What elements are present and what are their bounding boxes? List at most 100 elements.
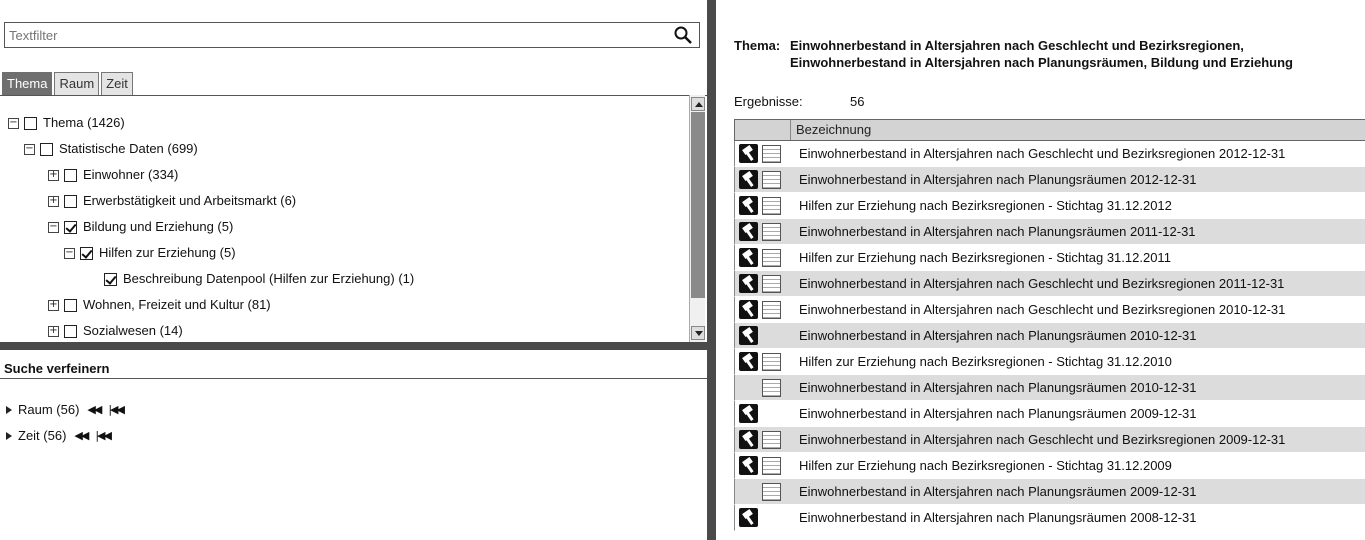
tree-node[interactable]: − Thema (1426) <box>8 113 125 133</box>
result-name[interactable]: Einwohnerbestand in Altersjahren nach Pl… <box>791 328 1197 343</box>
tree-checkbox[interactable] <box>64 324 77 338</box>
result-name[interactable]: Einwohnerbestand in Altersjahren nach Pl… <box>791 510 1197 525</box>
tool-icon[interactable] <box>739 196 758 215</box>
result-name[interactable]: Einwohnerbestand in Altersjahren nach Pl… <box>791 172 1197 187</box>
table-icon[interactable] <box>762 378 781 397</box>
result-name[interactable]: Einwohnerbestand in Altersjahren nach Pl… <box>791 484 1197 499</box>
tool-icon[interactable] <box>739 274 758 293</box>
tree-checkbox[interactable] <box>104 272 117 286</box>
table-icon[interactable] <box>762 170 781 189</box>
result-name[interactable]: Einwohnerbestand in Altersjahren nach Ge… <box>791 146 1285 161</box>
collapse-icon[interactable]: − <box>64 247 75 259</box>
expand-icon[interactable]: + <box>48 169 59 181</box>
tab-zeit[interactable]: Zeit <box>101 72 133 96</box>
result-row[interactable]: Einwohnerbestand in Altersjahren nach Pl… <box>734 219 1365 245</box>
result-row[interactable]: Hilfen zur Erziehung nach Bezirksregione… <box>734 453 1365 479</box>
refine-item-raum[interactable]: Raum (56) ◀◀ |◀◀ <box>6 401 125 419</box>
result-name[interactable]: Hilfen zur Erziehung nach Bezirksregione… <box>791 198 1172 213</box>
table-icon[interactable] <box>762 274 781 293</box>
result-row[interactable]: Einwohnerbestand in Altersjahren nach Ge… <box>734 271 1365 297</box>
vertical-splitter[interactable] <box>707 0 716 540</box>
result-name[interactable]: Hilfen zur Erziehung nach Bezirksregione… <box>791 250 1171 265</box>
tool-icon[interactable] <box>739 352 758 371</box>
skip-to-start-icon[interactable]: |◀◀ <box>108 401 125 419</box>
table-icon[interactable] <box>762 430 781 449</box>
tree-checkbox[interactable] <box>64 194 77 208</box>
collapse-icon[interactable]: − <box>24 143 35 155</box>
expand-icon[interactable]: + <box>48 299 59 311</box>
result-row[interactable]: Einwohnerbestand in Altersjahren nach Pl… <box>734 401 1365 427</box>
result-row[interactable]: Hilfen zur Erziehung nach Bezirksregione… <box>734 245 1365 271</box>
tool-icon[interactable] <box>739 430 758 449</box>
table-icon[interactable] <box>762 352 781 371</box>
rewind-icon[interactable]: ◀◀ <box>74 427 89 445</box>
tree-node[interactable]: + Wohnen, Freizeit und Kultur (81) <box>48 295 271 315</box>
tree-node[interactable]: + Einwohner (334) <box>48 165 178 185</box>
result-row[interactable]: Einwohnerbestand in Altersjahren nach Pl… <box>734 167 1365 193</box>
tool-icon[interactable] <box>739 170 758 189</box>
expand-icon[interactable]: + <box>48 325 59 337</box>
result-row[interactable]: Einwohnerbestand in Altersjahren nach Pl… <box>734 505 1365 531</box>
expand-arrow-icon[interactable] <box>6 432 12 440</box>
result-name[interactable]: Hilfen zur Erziehung nach Bezirksregione… <box>791 458 1172 473</box>
search-icon[interactable] <box>673 25 693 45</box>
tree-checkbox[interactable] <box>24 116 37 130</box>
skip-to-start-icon[interactable]: |◀◀ <box>95 427 112 445</box>
result-name[interactable]: Einwohnerbestand in Altersjahren nach Ge… <box>791 432 1285 447</box>
refine-item-zeit[interactable]: Zeit (56) ◀◀ |◀◀ <box>6 427 112 445</box>
result-row[interactable]: Einwohnerbestand in Altersjahren nach Pl… <box>734 375 1365 401</box>
collapse-icon[interactable]: − <box>48 221 59 233</box>
scroll-down-icon[interactable] <box>691 326 705 340</box>
scroll-up-icon[interactable] <box>691 97 705 111</box>
result-row[interactable]: Einwohnerbestand in Altersjahren nach Ge… <box>734 141 1365 167</box>
horizontal-splitter[interactable] <box>0 342 707 350</box>
result-row[interactable]: Einwohnerbestand in Altersjahren nach Pl… <box>734 323 1365 349</box>
tool-icon[interactable] <box>739 144 758 163</box>
tree-node[interactable]: Beschreibung Datenpool (Hilfen zur Erzie… <box>104 269 414 289</box>
tree-checkbox[interactable] <box>80 246 93 260</box>
tool-icon[interactable] <box>739 248 758 267</box>
tab-raum[interactable]: Raum <box>54 72 100 96</box>
result-row[interactable]: Einwohnerbestand in Altersjahren nach Pl… <box>734 479 1365 505</box>
tree-node[interactable]: − Bildung und Erziehung (5) <box>48 217 233 237</box>
result-name[interactable]: Einwohnerbestand in Altersjahren nach Pl… <box>791 380 1197 395</box>
tool-icon[interactable] <box>739 508 758 527</box>
tool-icon[interactable] <box>739 456 758 475</box>
expand-icon[interactable]: + <box>48 195 59 207</box>
table-icon[interactable] <box>762 222 781 241</box>
table-icon[interactable] <box>762 300 781 319</box>
tree-checkbox[interactable] <box>64 220 77 234</box>
tree-node[interactable]: + Erwerbstätigkeit und Arbeitsmarkt (6) <box>48 191 296 211</box>
result-row[interactable]: Hilfen zur Erziehung nach Bezirksregione… <box>734 193 1365 219</box>
result-name[interactable]: Hilfen zur Erziehung nach Bezirksregione… <box>791 354 1172 369</box>
table-icon[interactable] <box>762 456 781 475</box>
textfilter-input[interactable] <box>5 23 645 47</box>
tree-node[interactable]: − Hilfen zur Erziehung (5) <box>64 243 236 263</box>
tool-icon[interactable] <box>739 300 758 319</box>
table-icon[interactable] <box>762 144 781 163</box>
rewind-icon[interactable]: ◀◀ <box>87 401 102 419</box>
tree-checkbox[interactable] <box>40 142 53 156</box>
result-name[interactable]: Einwohnerbestand in Altersjahren nach Ge… <box>791 276 1284 291</box>
tool-icon[interactable] <box>739 404 758 423</box>
tree-node[interactable]: + Sozialwesen (14) <box>48 321 183 341</box>
tool-icon[interactable] <box>739 326 758 345</box>
tree-node[interactable]: − Statistische Daten (699) <box>24 139 198 159</box>
tree-checkbox[interactable] <box>64 168 77 182</box>
result-name[interactable]: Einwohnerbestand in Altersjahren nach Ge… <box>791 302 1285 317</box>
collapse-icon[interactable]: − <box>8 117 19 129</box>
tree-checkbox[interactable] <box>64 298 77 312</box>
result-row[interactable]: Einwohnerbestand in Altersjahren nach Ge… <box>734 427 1365 453</box>
tab-thema[interactable]: Thema <box>2 72 53 96</box>
table-icon[interactable] <box>762 196 781 215</box>
result-row[interactable]: Hilfen zur Erziehung nach Bezirksregione… <box>734 349 1365 375</box>
tree-scrollbar[interactable] <box>689 95 705 342</box>
column-header-bezeichnung[interactable]: Bezeichnung <box>791 120 1365 140</box>
table-icon[interactable] <box>762 248 781 267</box>
expand-arrow-icon[interactable] <box>6 406 12 414</box>
scroll-thumb[interactable] <box>691 112 705 298</box>
result-name[interactable]: Einwohnerbestand in Altersjahren nach Pl… <box>791 406 1197 421</box>
tool-icon[interactable] <box>739 222 758 241</box>
result-row[interactable]: Einwohnerbestand in Altersjahren nach Ge… <box>734 297 1365 323</box>
result-name[interactable]: Einwohnerbestand in Altersjahren nach Pl… <box>791 224 1196 239</box>
